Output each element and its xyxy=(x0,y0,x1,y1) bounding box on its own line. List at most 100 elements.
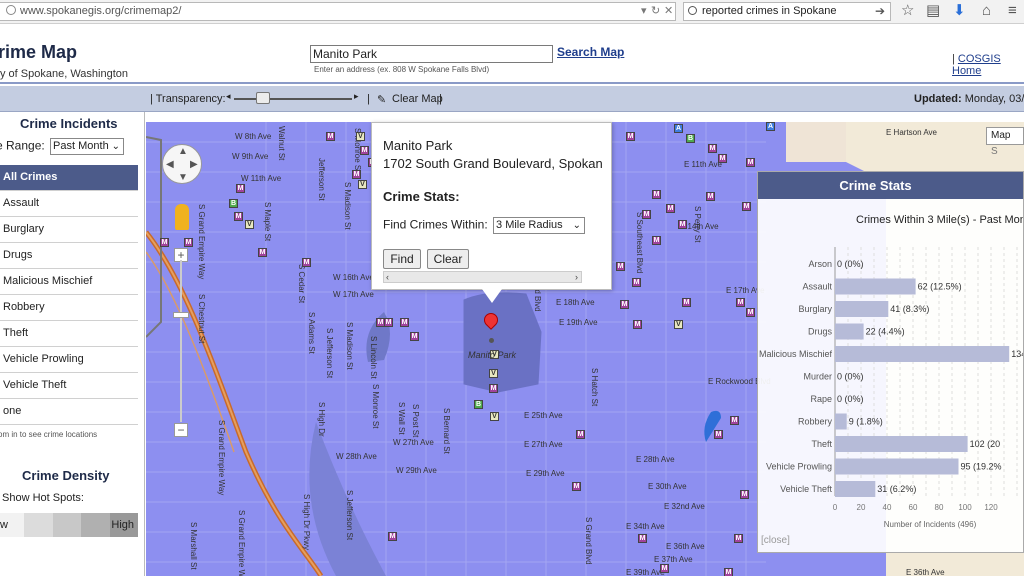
crime-marker[interactable]: M xyxy=(632,278,641,287)
reload-icon[interactable]: ↻ xyxy=(651,4,660,17)
crime-marker[interactable]: M xyxy=(746,308,755,317)
crime-marker[interactable]: M xyxy=(160,238,169,247)
crime-marker[interactable]: V xyxy=(674,320,683,329)
crime-marker[interactable]: M xyxy=(302,258,311,267)
crime-marker[interactable]: M xyxy=(633,320,642,329)
crime-marker[interactable]: M xyxy=(352,170,361,179)
crime-marker[interactable]: M xyxy=(400,318,409,327)
go-arrow-icon[interactable]: ➔ xyxy=(875,3,885,20)
zoom-slider-thumb[interactable] xyxy=(173,312,189,318)
crime-marker[interactable]: B xyxy=(686,134,695,143)
crime-marker[interactable]: M xyxy=(678,220,687,229)
crime-type-item[interactable]: Assault xyxy=(0,191,138,217)
clipboard-icon[interactable]: ▤ xyxy=(926,3,940,19)
crime-marker[interactable]: M xyxy=(730,416,739,425)
pan-right-icon[interactable]: ▶ xyxy=(190,159,198,170)
transparency-track[interactable] xyxy=(234,98,352,100)
cosgis-home-link[interactable]: COSGIS Home xyxy=(952,53,1001,77)
crime-type-item[interactable]: Theft xyxy=(0,321,138,347)
dropdown-icon[interactable]: ▾ xyxy=(641,4,647,17)
crime-marker[interactable]: V xyxy=(356,132,365,141)
menu-icon[interactable]: ≡ xyxy=(1008,3,1017,19)
crime-marker[interactable]: M xyxy=(746,158,755,167)
crime-marker[interactable]: M xyxy=(740,490,749,499)
crime-marker[interactable]: M xyxy=(652,190,661,199)
scroll-right-icon[interactable]: › xyxy=(575,272,578,282)
map-type-control[interactable]: Map S xyxy=(986,127,1024,157)
crime-marker[interactable]: M xyxy=(708,144,717,153)
stop-icon[interactable]: ✕ xyxy=(664,4,673,17)
crime-marker[interactable]: M xyxy=(572,482,581,491)
url-bar[interactable]: www.spokanegis.org/crimemap2/ xyxy=(0,2,676,21)
pan-left-icon[interactable]: ◀ xyxy=(166,159,174,170)
pan-up-icon[interactable]: ▲ xyxy=(178,146,188,157)
crime-marker[interactable]: V xyxy=(245,220,254,229)
slider-right-icon[interactable]: ▸ xyxy=(354,91,359,102)
crime-marker[interactable]: V xyxy=(358,180,367,189)
zoom-slider-track[interactable] xyxy=(180,260,182,422)
eraser-icon[interactable]: ✎ xyxy=(377,93,386,106)
crime-marker[interactable]: V xyxy=(490,412,499,421)
crime-marker[interactable]: M xyxy=(666,204,675,213)
crime-marker[interactable]: M xyxy=(258,248,267,257)
pan-down-icon[interactable]: ▼ xyxy=(178,172,188,183)
pan-control[interactable]: ▲ ▼ ◀ ▶ xyxy=(162,144,202,184)
map-type-satellite[interactable]: S xyxy=(991,146,998,157)
crime-marker[interactable]: M xyxy=(642,210,651,219)
crime-marker[interactable]: B xyxy=(474,400,483,409)
popup-scrollbar[interactable]: ‹ › xyxy=(383,271,582,283)
home-icon[interactable]: ⌂ xyxy=(982,3,991,19)
map-type-map[interactable]: Map xyxy=(991,130,1010,141)
crime-marker[interactable]: M xyxy=(620,300,629,309)
crime-marker[interactable]: M xyxy=(706,192,715,201)
crime-marker[interactable]: M xyxy=(652,236,661,245)
crime-marker[interactable]: M xyxy=(326,132,335,141)
crime-type-item[interactable]: Robbery xyxy=(0,295,138,321)
download-icon[interactable]: ⬇ xyxy=(953,3,966,19)
radius-select[interactable]: 3 Mile Radius ⌄ xyxy=(493,217,586,234)
crime-marker[interactable]: M xyxy=(184,238,193,247)
crime-marker[interactable]: M xyxy=(718,154,727,163)
crime-marker[interactable]: M xyxy=(489,384,498,393)
crime-marker[interactable]: M xyxy=(576,430,585,439)
crime-type-item[interactable]: one xyxy=(0,399,138,425)
browser-search-input[interactable]: reported crimes in Spokane ➔ xyxy=(683,2,891,21)
address-input[interactable]: Manito Park xyxy=(310,45,553,63)
crime-marker[interactable]: M xyxy=(660,564,669,573)
crime-marker[interactable]: A xyxy=(766,122,775,131)
find-button[interactable]: Find xyxy=(383,249,421,269)
search-map-link[interactable]: Search Map xyxy=(557,45,624,59)
crime-marker[interactable]: M xyxy=(736,298,745,307)
zoom-out-button[interactable]: − xyxy=(174,423,188,437)
hot-spots-scale[interactable]: w High xyxy=(0,513,139,537)
crime-marker[interactable]: A xyxy=(674,124,683,133)
crime-marker[interactable]: M xyxy=(714,430,723,439)
scroll-left-icon[interactable]: ‹ xyxy=(386,272,389,282)
crime-marker[interactable]: M xyxy=(410,332,419,341)
clear-button[interactable]: Clear xyxy=(427,249,469,269)
crime-marker[interactable]: M xyxy=(724,568,733,576)
transparency-slider-thumb[interactable] xyxy=(256,92,270,104)
crime-type-item[interactable]: Burglary xyxy=(0,217,138,243)
crime-marker[interactable]: M xyxy=(234,212,243,221)
crime-marker[interactable]: M xyxy=(388,532,397,541)
crime-type-item[interactable]: All Crimes xyxy=(0,165,138,191)
star-icon[interactable]: ☆ xyxy=(901,3,914,19)
stats-close-link[interactable]: [close] xyxy=(761,535,790,546)
crime-marker[interactable]: M xyxy=(742,202,751,211)
crime-type-item[interactable]: Vehicle Prowling xyxy=(0,347,138,373)
crime-marker[interactable]: M xyxy=(360,146,369,155)
slider-left-icon[interactable]: ◂ xyxy=(226,91,231,102)
crime-marker[interactable]: M xyxy=(682,298,691,307)
crime-type-item[interactable]: Vehicle Theft xyxy=(0,373,138,399)
crime-marker[interactable]: B xyxy=(229,199,238,208)
crime-marker[interactable]: M xyxy=(638,534,647,543)
crime-type-item[interactable]: Malicious Mischief xyxy=(0,269,138,295)
crime-marker[interactable]: M xyxy=(626,132,635,141)
crime-marker[interactable]: M xyxy=(376,318,385,327)
date-range-select[interactable]: Past Month ⌄ xyxy=(50,138,125,155)
clear-map-button[interactable]: Clear Map xyxy=(392,93,443,105)
crime-type-item[interactable]: Drugs xyxy=(0,243,138,269)
street-view-pegman-icon[interactable] xyxy=(175,204,189,230)
crime-marker[interactable]: M xyxy=(734,534,743,543)
